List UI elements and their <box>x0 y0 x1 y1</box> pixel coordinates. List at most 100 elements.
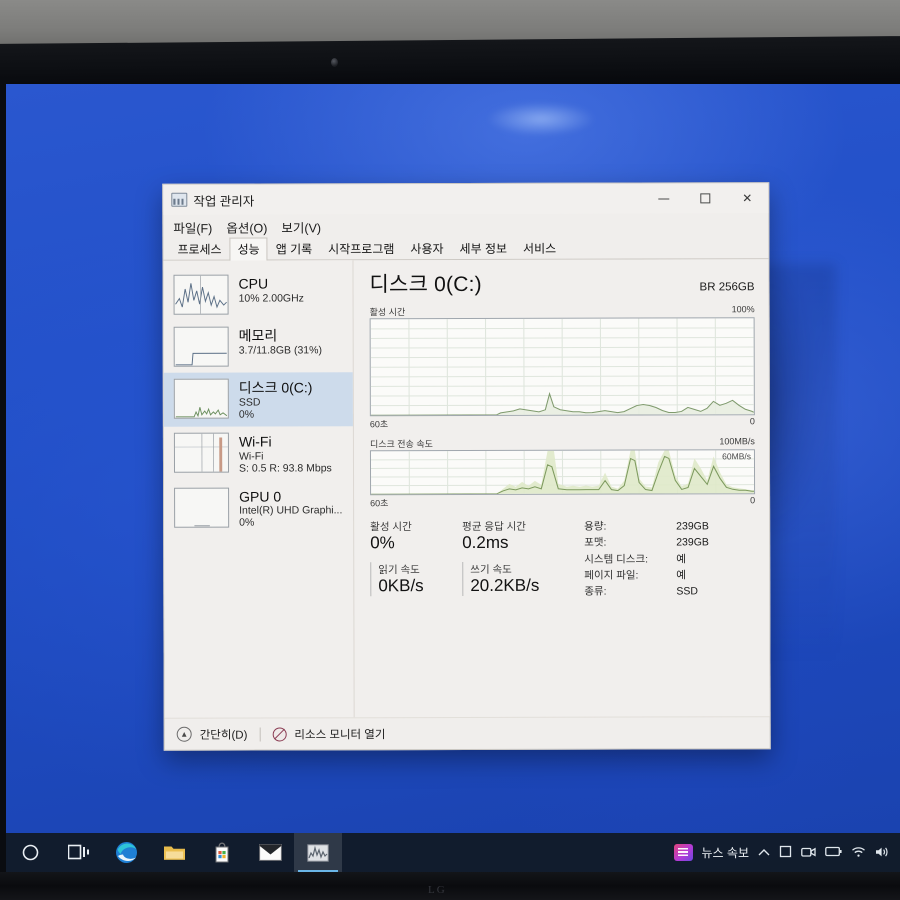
chevron-up-icon[interactable] <box>758 846 770 859</box>
window-titlebar[interactable]: 작업 관리자 ✕ <box>163 183 769 215</box>
sidebar-item-sub: Intel(R) UHD Graphi... <box>239 504 343 517</box>
system-tray[interactable]: 뉴스 속보 <box>673 844 900 861</box>
maximize-button[interactable] <box>684 183 726 213</box>
sidebar-item-wifi[interactable]: Wi-Fi Wi-Fi S: 0.5 R: 93.8 Mbps <box>164 427 353 482</box>
transfer-graph-title: 디스크 전송 속도 <box>369 439 433 450</box>
sidebar-item-label: Wi-Fi <box>238 433 272 450</box>
info-key: 포맷: <box>584 536 607 549</box>
detail-header: 디스크 0(C:) BR 256GB <box>369 267 754 298</box>
news-icon[interactable] <box>673 844 693 861</box>
transfer-graph-max: 100MB/s <box>719 436 755 447</box>
menu-bar[interactable]: 파일(F) 옵션(O) 보기(V) <box>163 213 768 239</box>
activity-graph-footer: 60초 0 <box>370 416 755 430</box>
stats-area: 활성 시간 0% 평균 응답 시간 0.2ms 읽기 속도 0KB/s 쓰기 속… <box>370 518 755 600</box>
window-body: CPU 10% 2.00GHz 메모리 3.7/11.8GB (31%) 디스크… <box>163 259 770 718</box>
taskbar[interactable]: 뉴스 속보 <box>6 833 900 872</box>
task-view-icon[interactable] <box>54 833 102 872</box>
volume-icon[interactable] <box>875 846 890 860</box>
info-row-capacity: 용량: 239GB <box>584 518 755 535</box>
stats-left-column: 활성 시간 0% 평균 응답 시간 0.2ms 읽기 속도 0KB/s 쓰기 속… <box>370 519 566 601</box>
stat-avg-response-time: 평균 응답 시간 0.2ms <box>462 519 554 553</box>
desktop-wallpaper: 작업 관리자 ✕ 파일(F) 옵션(O) 보기(V) 프로세스 성능 앱 기록 … <box>6 84 900 872</box>
transfer-graph-annotation: 60MB/s <box>722 451 751 462</box>
onedrive-icon[interactable] <box>779 845 792 860</box>
transfer-graph-span: 60초 <box>370 498 389 509</box>
transfer-graph-labels: 디스크 전송 속도 100MB/s <box>370 436 755 450</box>
meet-now-icon[interactable] <box>801 846 816 860</box>
stat-label: 쓰기 속도 <box>470 563 512 576</box>
battery-icon[interactable] <box>825 846 842 859</box>
chevron-up-icon[interactable]: ▲ <box>176 726 192 742</box>
tab-performance[interactable]: 성능 <box>229 237 268 261</box>
microsoft-store-icon[interactable] <box>198 833 246 872</box>
info-value: SSD <box>676 585 698 598</box>
task-manager-icon[interactable] <box>294 833 342 872</box>
info-key: 용량: <box>584 520 607 533</box>
sidebar-item-gpu[interactable]: GPU 0 Intel(R) UHD Graphi... 0% <box>164 481 353 536</box>
info-key: 종류: <box>584 585 607 598</box>
tab-details[interactable]: 세부 정보 <box>452 237 516 260</box>
mail-icon[interactable] <box>246 833 294 872</box>
info-row-format: 포맷: 239GB <box>584 535 755 552</box>
sidebar-item-sub2: 0% <box>239 516 255 530</box>
stat-value: 0% <box>370 533 395 553</box>
footer-divider <box>259 727 261 742</box>
activity-graph-title: 활성 시간 <box>369 307 406 318</box>
sidebar-item-sub: 10% 2.00GHz <box>238 291 304 305</box>
menu-item-options[interactable]: 옵션(O) <box>226 217 267 236</box>
stat-value: 20.2KB/s <box>470 575 540 595</box>
wifi-icon[interactable] <box>851 846 866 860</box>
resource-monitor-link[interactable]: 리소스 모니터 열기 <box>294 726 385 742</box>
activity-graph <box>369 317 755 417</box>
window-title: 작업 관리자 <box>193 194 255 209</box>
tab-processes[interactable]: 프로세스 <box>169 238 229 261</box>
performance-detail-panel: 디스크 0(C:) BR 256GB 활성 시간 100% 60초 0 디스크 … <box>353 259 769 717</box>
tab-bar[interactable]: 프로세스 성능 앱 기록 시작프로그램 사용자 세부 정보 서비스 <box>163 237 769 261</box>
menu-item-view[interactable]: 보기(V) <box>281 217 321 236</box>
stats-row-1: 활성 시간 0% 평균 응답 시간 0.2ms <box>370 519 566 554</box>
close-button[interactable]: ✕ <box>726 183 768 213</box>
tab-app-history[interactable]: 앱 기록 <box>268 237 321 260</box>
activity-graph-max: 100% <box>731 304 755 315</box>
collapse-button[interactable]: 간단히(D) <box>200 726 248 742</box>
info-value: 239GB <box>676 520 709 533</box>
stat-active-time: 활성 시간 0% <box>370 519 462 553</box>
taskbar-buttons[interactable] <box>6 833 342 872</box>
sidebar-item-sub2: 0% <box>238 408 255 421</box>
sidebar-item-sub: SSD <box>238 396 261 409</box>
resource-monitor-icon[interactable] <box>272 726 287 742</box>
disk-mini-graph-icon <box>173 378 229 419</box>
transfer-graph-min: 0 <box>750 495 756 506</box>
activity-graph-span: 60초 <box>369 419 389 430</box>
window-footer[interactable]: ▲ 간단히(D) 리소스 모니터 열기 <box>164 716 770 750</box>
edge-icon[interactable] <box>102 833 150 872</box>
disk-model: BR 256GB <box>699 281 755 294</box>
sidebar-item-disk[interactable]: 디스크 0(C:) SSD 0% <box>163 372 353 428</box>
task-manager-window[interactable]: 작업 관리자 ✕ 파일(F) 옵션(O) 보기(V) 프로세스 성능 앱 기록 … <box>162 182 771 751</box>
info-key: 시스템 디스크: <box>584 553 649 566</box>
laptop-photo: 작업 관리자 ✕ 파일(F) 옵션(O) 보기(V) 프로세스 성능 앱 기록 … <box>0 0 900 900</box>
info-value: 239GB <box>676 536 709 549</box>
sidebar-item-cpu[interactable]: CPU 10% 2.00GHz <box>163 268 352 320</box>
minimize-button[interactable] <box>642 183 684 213</box>
file-explorer-icon[interactable] <box>150 833 198 872</box>
memory-mini-graph-icon <box>173 326 229 367</box>
wifi-mini-graph-icon <box>173 432 230 474</box>
sidebar-item-label: GPU 0 <box>239 488 282 505</box>
tab-services[interactable]: 서비스 <box>515 237 564 260</box>
search-icon[interactable] <box>6 833 54 872</box>
page-title: 디스크 0(C:) <box>369 272 482 297</box>
cpu-mini-graph-icon <box>173 274 229 315</box>
sidebar-item-sub: Wi-Fi <box>238 450 264 463</box>
sidebar-item-memory[interactable]: 메모리 3.7/11.8GB (31%) <box>164 320 353 372</box>
stat-write-speed: 쓰기 속도 20.2KB/s <box>462 561 555 597</box>
tab-startup[interactable]: 시작프로그램 <box>320 237 402 260</box>
info-value: 예 <box>676 569 686 582</box>
menu-item-file[interactable]: 파일(F) <box>173 217 212 236</box>
stats-row-2: 읽기 속도 0KB/s 쓰기 속도 20.2KB/s <box>370 561 566 597</box>
news-label[interactable]: 뉴스 속보 <box>702 844 750 861</box>
gpu-mini-graph-icon <box>174 487 230 528</box>
tab-users[interactable]: 사용자 <box>402 237 451 260</box>
performance-sidebar[interactable]: CPU 10% 2.00GHz 메모리 3.7/11.8GB (31%) 디스크… <box>163 260 355 718</box>
window-controls[interactable]: ✕ <box>642 183 768 213</box>
